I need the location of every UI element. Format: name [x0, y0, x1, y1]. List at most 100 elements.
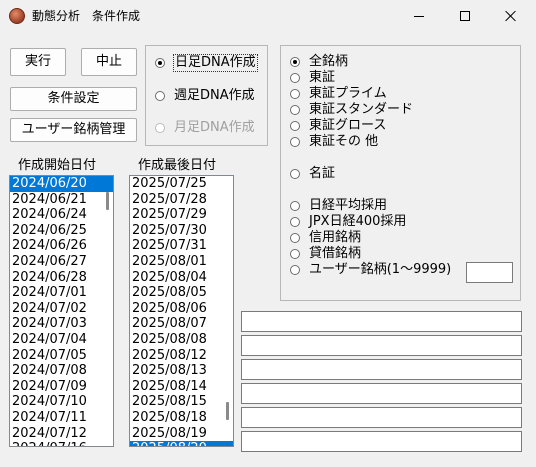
market-option-lending[interactable]: 貸借銘柄	[290, 246, 361, 262]
date-list-item[interactable]: 2025/08/15	[130, 394, 233, 410]
dna-mode-label: 月足DNA作成	[174, 120, 255, 135]
date-list-item[interactable]: 2025/08/08	[130, 332, 233, 348]
date-list-item[interactable]: 2025/08/12	[130, 348, 233, 364]
status-field-4[interactable]	[241, 383, 522, 404]
end-date-list[interactable]: 2025/07/25 2025/07/28 2025/07/29 2025/07/30…	[129, 175, 234, 447]
date-list-item[interactable]: 2024/06/24	[10, 207, 113, 223]
date-list-item[interactable]: 2024/07/11	[10, 410, 113, 426]
market-option-label: 東証スタンダード	[309, 102, 414, 117]
radio-icon	[155, 58, 165, 68]
user-code-input[interactable]	[466, 262, 513, 283]
market-option-label: 東証グロース	[309, 118, 387, 133]
date-list-item[interactable]: 2025/08/18	[130, 410, 233, 426]
stop-button[interactable]: 中止	[81, 48, 137, 76]
market-option-margin[interactable]: 信用銘柄	[290, 230, 361, 246]
condition-settings-button[interactable]: 条件設定	[10, 87, 137, 111]
market-option-label: 東証その 他	[309, 134, 379, 149]
dna-mode-weekly[interactable]: 週足DNA作成	[155, 88, 255, 104]
market-option-label: ユーザー銘柄(1～9999)	[309, 262, 452, 277]
date-list-item[interactable]: 2024/06/20	[10, 176, 113, 192]
date-list-item[interactable]: 2024/06/26	[10, 238, 113, 254]
market-option-label: 信用銘柄	[309, 230, 362, 245]
status-field-5[interactable]	[241, 407, 522, 428]
dna-mode-daily[interactable]: 日足DNA作成	[155, 54, 258, 72]
market-option-prime[interactable]: 東証プライム	[290, 86, 387, 102]
date-list-item[interactable]: 2024/07/09	[10, 379, 113, 395]
market-option-user[interactable]: ユーザー銘柄(1～9999)	[290, 262, 451, 278]
radio-icon	[290, 137, 300, 147]
date-list-item[interactable]: 2024/07/10	[10, 394, 113, 410]
date-list-item[interactable]: 2025/07/25	[130, 176, 233, 192]
minimize-button[interactable]	[396, 0, 442, 32]
dna-mode-label: 日足DNA作成	[173, 54, 258, 72]
dna-mode-label: 週足DNA作成	[174, 88, 255, 103]
run-button[interactable]: 実行	[10, 48, 66, 76]
date-list-item[interactable]: 2025/08/14	[130, 379, 233, 395]
market-option-label: 貸借銘柄	[309, 246, 362, 261]
market-option-label: 日経平均採用	[309, 198, 388, 213]
status-field-1[interactable]	[241, 311, 522, 332]
end-date-label: 作成最後日付	[138, 158, 217, 173]
date-list-item[interactable]: 2024/07/08	[10, 363, 113, 379]
market-option-all[interactable]: 全銘柄	[290, 54, 348, 70]
date-list-item[interactable]: 2025/08/04	[130, 270, 233, 286]
date-list-item[interactable]: 2025/08/19	[130, 426, 233, 442]
date-list-item[interactable]: 2024/06/21	[10, 192, 113, 208]
date-list-item[interactable]: 2025/07/29	[130, 207, 233, 223]
radio-icon	[290, 89, 300, 99]
date-list-item[interactable]: 2024/06/27	[10, 254, 113, 270]
title-bar: 動態分析 条件作成	[0, 0, 536, 32]
close-button[interactable]	[488, 0, 534, 32]
close-icon	[505, 10, 517, 22]
brain-icon	[9, 8, 25, 24]
market-option-label: 東証	[309, 70, 336, 85]
date-list-item[interactable]: 2024/07/16	[10, 441, 113, 446]
radio-icon	[290, 121, 300, 131]
radio-icon	[290, 217, 300, 227]
date-list-item[interactable]: 2024/07/03	[10, 316, 113, 332]
date-list-item[interactable]: 2024/07/12	[10, 426, 113, 442]
date-list-item[interactable]: 2024/06/28	[10, 270, 113, 286]
market-option-nagoya[interactable]: 名証	[290, 166, 335, 182]
date-list-item[interactable]: 2024/06/25	[10, 223, 113, 239]
date-list-item[interactable]: 2024/07/01	[10, 285, 113, 301]
radio-icon	[290, 233, 300, 243]
radio-icon	[155, 123, 165, 133]
date-list-item[interactable]: 2024/07/05	[10, 348, 113, 364]
market-option-label: 全銘柄	[309, 54, 349, 69]
market-option-nikkei225[interactable]: 日経平均採用	[290, 198, 387, 214]
status-field-3[interactable]	[241, 359, 522, 380]
dna-mode-monthly: 月足DNA作成	[155, 120, 255, 136]
end-date-scrollbar[interactable]	[226, 402, 229, 420]
date-list-item[interactable]: 2025/07/30	[130, 223, 233, 239]
market-option-label: JPX日経400採用	[309, 214, 407, 229]
status-field-2[interactable]	[241, 335, 522, 356]
radio-icon	[290, 169, 300, 179]
start-date-list[interactable]: 2024/06/20 2024/06/21 2024/06/24 2024/06/25…	[9, 175, 114, 447]
market-option-growth[interactable]: 東証グロース	[290, 118, 386, 134]
market-option-standard[interactable]: 東証スタンダード	[290, 102, 413, 118]
date-list-item[interactable]: 2025/08/05	[130, 285, 233, 301]
market-option-tse[interactable]: 東証	[290, 70, 335, 86]
date-list-item[interactable]: 2024/07/02	[10, 301, 113, 317]
date-list-item[interactable]: 2025/07/31	[130, 238, 233, 254]
user-stock-management-button[interactable]: ユーザー銘柄管理	[10, 118, 137, 142]
date-list-item[interactable]: 2025/08/06	[130, 301, 233, 317]
date-list-item[interactable]: 2025/08/20	[130, 441, 233, 446]
radio-icon	[290, 57, 300, 67]
market-option-label: 名証	[309, 166, 336, 181]
date-list-item[interactable]: 2025/08/07	[130, 316, 233, 332]
date-list-item[interactable]: 2025/07/28	[130, 192, 233, 208]
market-option-jpx400[interactable]: JPX日経400採用	[290, 214, 406, 230]
market-option-tse-other[interactable]: 東証その 他	[290, 134, 378, 150]
date-list-item[interactable]: 2025/08/13	[130, 363, 233, 379]
status-field-6[interactable]	[241, 431, 522, 452]
radio-icon	[290, 201, 300, 211]
date-list-item[interactable]: 2025/08/01	[130, 254, 233, 270]
date-list-item[interactable]: 2024/07/04	[10, 332, 113, 348]
maximize-button[interactable]	[442, 0, 488, 32]
window-title: 動態分析 条件作成	[32, 9, 141, 23]
start-date-scrollbar[interactable]	[106, 192, 109, 210]
market-option-label: 東証プライム	[309, 86, 387, 101]
maximize-icon	[460, 11, 470, 21]
